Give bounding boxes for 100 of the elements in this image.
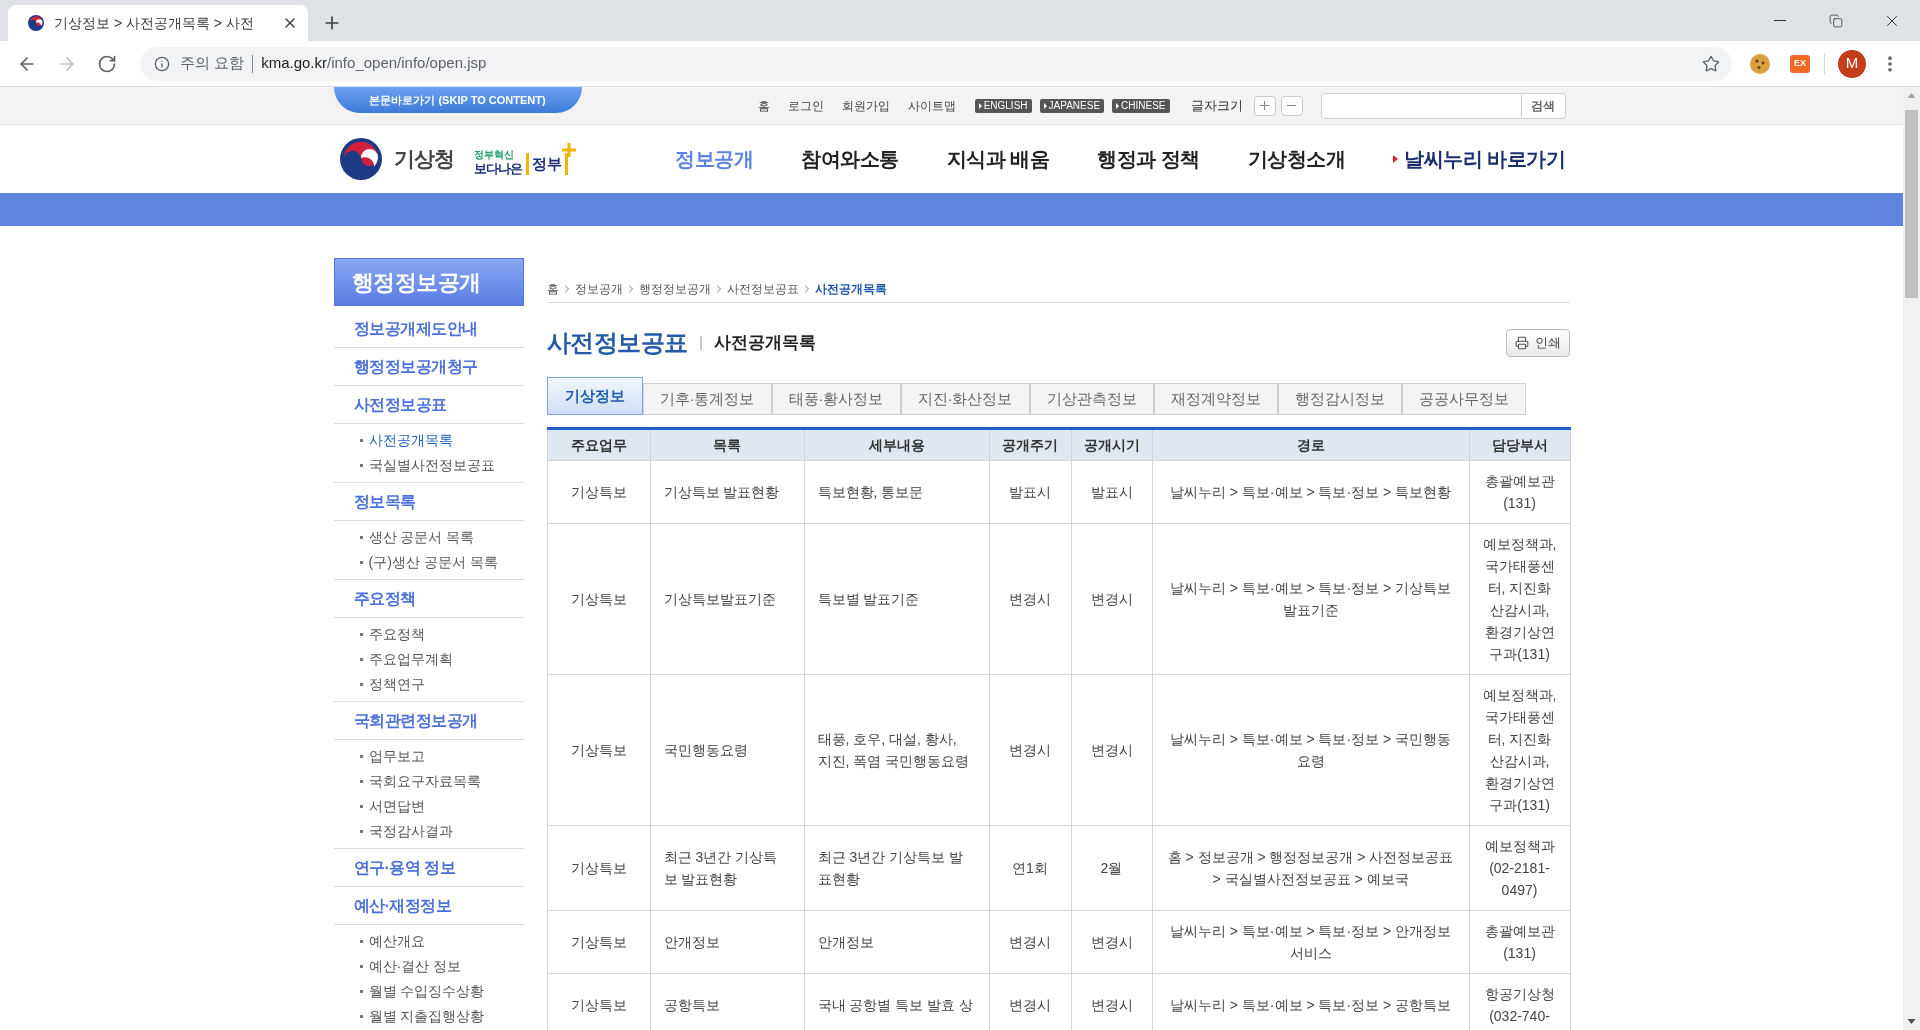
bullet-icon — [359, 658, 363, 661]
star-icon[interactable] — [1702, 54, 1720, 73]
table-cell: 2월 — [1071, 825, 1152, 911]
breadcrumb-link[interactable]: 행정정보공개 — [638, 280, 711, 298]
sidebar-link[interactable]: 행정정보공개청구 — [333, 348, 524, 386]
tab[interactable]: 지진·화산정보 — [900, 383, 1030, 415]
tab[interactable]: 재정계약정보 — [1153, 383, 1278, 415]
utility-link[interactable]: 사이트맵 — [907, 96, 956, 115]
address-bar[interactable]: 주의 요함 kma.go.kr/info_open/info/open.jsp — [140, 46, 1732, 81]
sidebar-sublink[interactable]: 예산·결산 정보 — [333, 954, 524, 979]
utility-link[interactable]: 홈 — [757, 96, 770, 115]
tab[interactable]: 기후·통계정보 — [642, 383, 772, 415]
sidebar-link[interactable]: 연구·용역 정보 — [333, 849, 524, 887]
sidebar-sublink[interactable]: 생산 공문서 목록 — [333, 525, 524, 550]
main-menu-item[interactable]: 지식과 배움 — [946, 144, 1050, 174]
sidebar-link[interactable]: 주요정책 — [333, 580, 524, 618]
sidebar-sublink[interactable]: 월별 수입징수상황 — [333, 979, 524, 1004]
sidebar-sublink[interactable]: (구)생산 공문서 목록 — [333, 550, 524, 575]
browser-tab[interactable]: 기상정보 > 사전공개목록 > 사전 — [8, 5, 308, 41]
sidebar-sublink[interactable]: 월별 지출집행상황 — [333, 1004, 524, 1029]
swirl-emblem-icon — [339, 138, 382, 180]
language-link[interactable]: CHINESE — [1112, 98, 1170, 113]
column-header: 경로 — [1152, 428, 1469, 461]
sidebar-sublink[interactable]: 주요업무계획 — [333, 647, 524, 672]
sidebar-sublink[interactable]: 국회요구자료목록 — [333, 769, 524, 794]
sidebar-sublink[interactable]: 국정감사결과 — [333, 819, 524, 844]
tab[interactable]: 태풍·황사정보 — [771, 383, 901, 415]
sidebar-link[interactable]: 정보목록 — [333, 483, 524, 521]
table-cell: 안개정보 — [804, 910, 989, 974]
table-cell: 변경시 — [1071, 910, 1152, 974]
table-cell: 날씨누리 > 특보·예보 > 특보·정보 > 안개정보 서비스 — [1152, 910, 1469, 974]
sidebar-link[interactable]: 정보공개제도안내 — [333, 310, 524, 348]
table-cell: 특보현황, 통보문 — [804, 460, 989, 524]
utility-link[interactable]: 로그인 — [787, 96, 824, 115]
table-cell: 기상특보 — [547, 910, 650, 974]
table-cell: 기상특보 발표현황 — [650, 460, 804, 524]
bullet-icon — [359, 536, 363, 539]
table-cell: 변경시 — [1071, 523, 1152, 675]
table-cell: 기상특보 — [547, 674, 650, 826]
language-link[interactable]: JAPANESE — [1039, 98, 1105, 113]
sidebar-sublink[interactable]: 예산개요 — [333, 929, 524, 954]
table-cell: 최근 3년간 기상특보 발표현황 — [804, 825, 989, 911]
bullet-icon — [359, 780, 363, 783]
bullet-icon — [359, 990, 363, 993]
sidebar-sublink[interactable]: 주요정책 — [333, 622, 524, 647]
language-link[interactable]: ENGLISH — [974, 98, 1032, 113]
tab[interactable]: 공공사무정보 — [1401, 383, 1526, 415]
table-cell: 안개정보 — [650, 910, 804, 974]
sidebar-link[interactable]: 예산·재정정보 — [333, 887, 524, 925]
table-cell: 기상특보 — [547, 973, 650, 1030]
url-text: kma.go.kr/info_open/info/open.jsp — [261, 53, 487, 74]
table-cell: 예보정책과, 국가태풍센터, 지진화산감시과, 환경기상연구과(131) — [1469, 523, 1570, 675]
bullet-icon — [359, 561, 363, 564]
sidebar-link[interactable]: 사전정보공표 — [333, 386, 524, 424]
sidebar-sublink[interactable]: 서면답변 — [333, 794, 524, 819]
tab[interactable]: 기상정보 — [546, 377, 643, 415]
table-cell: 최근 3년간 기상특보 발표현황 — [650, 825, 804, 911]
security-label: 주의 요함 — [180, 53, 245, 74]
column-header: 공개시기 — [1071, 428, 1152, 461]
column-header: 세부내용 — [804, 428, 989, 461]
table-cell: 변경시 — [989, 910, 1071, 974]
utility-link[interactable]: 회원가입 — [841, 96, 890, 115]
font-increase-button[interactable] — [1253, 95, 1276, 116]
plus-icon — [561, 143, 576, 157]
table-cell: 예보정책과, 국가태풍센터, 지진화산감시과, 환경기상연구과(131) — [1469, 674, 1570, 826]
table-cell: 변경시 — [989, 674, 1071, 826]
sidebar-sublink[interactable]: 업무보고 — [333, 744, 524, 769]
table-cell: 기상특보 — [547, 825, 650, 911]
main-menu-item[interactable]: 정보공개 — [675, 144, 754, 174]
main-menu-item[interactable]: 행정과 정책 — [1097, 144, 1200, 174]
breadcrumb-link[interactable]: 사전공개목록 — [814, 280, 887, 298]
print-button[interactable]: 인쇄 — [1505, 329, 1570, 357]
search-field[interactable] — [1320, 92, 1522, 119]
sidebar-sublink[interactable]: 국실별사전정보공표 — [333, 453, 524, 478]
breadcrumb-link[interactable]: 사전정보공표 — [726, 280, 799, 298]
column-header: 목록 — [650, 428, 804, 461]
cookie-icon[interactable] — [1750, 53, 1770, 74]
scrollbar-drawing[interactable] — [1903, 87, 1920, 1030]
sidebar-sublink[interactable]: 정책연구 — [333, 672, 524, 697]
sidebar-sublink[interactable]: 사전공개목록 — [333, 428, 524, 453]
profile-avatar[interactable]: M — [1838, 49, 1866, 78]
column-header: 주요업무 — [547, 428, 650, 461]
main-menu-item[interactable]: 참여와소통 — [801, 144, 899, 174]
sidebar-link[interactable]: 국회관련정보공개 — [333, 702, 524, 740]
bullet-icon — [359, 965, 363, 968]
search-button[interactable]: 검색 — [1521, 92, 1566, 119]
breadcrumb-link[interactable]: 홈 — [546, 280, 559, 298]
info-icon[interactable] — [154, 55, 170, 72]
bullet-icon — [359, 683, 363, 686]
tab[interactable]: 기상관측정보 — [1029, 383, 1154, 415]
triangle-icon — [1393, 155, 1399, 163]
triangle-icon — [1116, 102, 1120, 109]
bullet-icon — [359, 940, 363, 943]
shortcut-link[interactable]: 날씨누리 바로가기 — [1393, 144, 1566, 174]
tab[interactable]: 행정감시정보 — [1277, 383, 1402, 415]
main-menu-item[interactable]: 기상청소개 — [1247, 144, 1346, 174]
breadcrumb-link[interactable]: 정보공개 — [574, 280, 623, 298]
column-header: 담당부서 — [1469, 428, 1570, 461]
slogan-caption: 정부혁신 — [473, 150, 515, 160]
table-cell: 홈 > 정보공개 > 행정정보공개 > 사전정보공표 > 국실별사전정보공표 > 예보국 — [1152, 825, 1469, 911]
